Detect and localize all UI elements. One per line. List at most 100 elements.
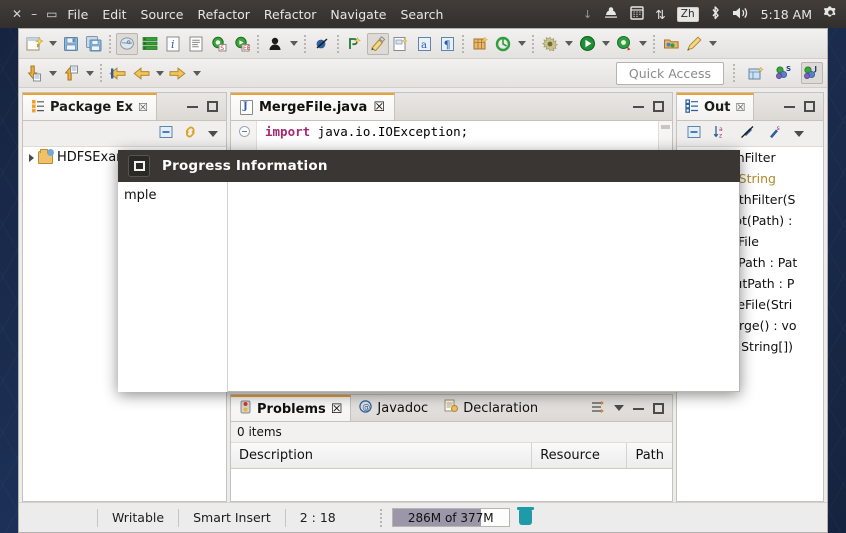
tab-problems[interactable]: Problems ☒ xyxy=(231,395,352,421)
trash-icon[interactable] xyxy=(516,507,534,525)
step-into-button[interactable] xyxy=(23,62,45,84)
new-class-button[interactable] xyxy=(367,32,389,55)
heap-status[interactable]: 286M of 377M xyxy=(391,507,534,527)
calendar-icon[interactable] xyxy=(630,5,644,23)
progress-information-dialog[interactable]: Progress Information mple xyxy=(118,150,740,392)
info-button[interactable]: i xyxy=(162,33,184,55)
close-icon[interactable]: ☒ xyxy=(331,402,343,417)
column-path[interactable]: Path xyxy=(627,443,672,468)
minimize-icon[interactable] xyxy=(633,407,644,410)
search-dropdown-caret[interactable] xyxy=(706,34,719,54)
save-all-button[interactable] xyxy=(83,33,105,55)
run-coverage-button[interactable] xyxy=(613,33,635,55)
new-annotation-button[interactable]: a xyxy=(413,33,435,55)
link-with-editor-icon[interactable] xyxy=(183,124,198,143)
minimize-icon[interactable] xyxy=(187,105,198,108)
network-icon[interactable]: ⇅ xyxy=(655,7,665,22)
debug-dropdown-caret[interactable] xyxy=(287,34,300,54)
window-controls[interactable]: ✕ – ▭ xyxy=(0,8,67,20)
code-line[interactable]: import java.io.IOException; xyxy=(257,122,672,142)
fold-marker-icon[interactable] xyxy=(239,126,250,137)
menu-file[interactable]: File xyxy=(67,7,88,22)
menu-source[interactable]: Source xyxy=(141,7,184,22)
forward-dropdown-caret[interactable] xyxy=(190,63,203,83)
menu-refactor-2[interactable]: Refactor xyxy=(264,7,316,22)
filters-icon[interactable] xyxy=(590,399,605,418)
external-tools-button[interactable]: S xyxy=(208,33,230,55)
dialog-titlebar[interactable]: Progress Information xyxy=(118,150,740,182)
tab-mergefile-java[interactable]: MergeFile.java ☒ xyxy=(231,93,395,120)
view-menu-icon[interactable] xyxy=(794,131,804,137)
maximize-icon[interactable] xyxy=(653,402,664,414)
open-perspective-button[interactable] xyxy=(660,33,682,55)
close-icon[interactable]: ☒ xyxy=(373,100,385,115)
new-java-package-button[interactable] xyxy=(469,33,491,55)
column-resource[interactable]: Resource xyxy=(532,443,628,468)
expander-icon[interactable] xyxy=(29,153,34,162)
run-button[interactable] xyxy=(576,33,598,55)
save-button[interactable] xyxy=(60,33,82,55)
bluetooth-icon[interactable] xyxy=(710,5,721,24)
maximize-icon[interactable] xyxy=(653,101,664,112)
coverage-dropdown-caret[interactable] xyxy=(636,34,649,54)
quick-access-input[interactable]: Quick Access xyxy=(615,61,724,85)
collapse-all-icon[interactable] xyxy=(159,124,173,143)
clock[interactable]: 5:18 AM xyxy=(761,7,812,22)
back-prev-button[interactable] xyxy=(107,62,129,84)
step-return-button[interactable] xyxy=(60,62,82,84)
minimize-icon[interactable] xyxy=(784,105,795,108)
external-tools-2-button[interactable]: EE xyxy=(231,33,253,55)
close-icon[interactable]: ☒ xyxy=(736,101,746,114)
maximize-icon[interactable]: ▭ xyxy=(46,8,57,20)
new-wizard-dropdown-caret[interactable] xyxy=(46,34,59,54)
step-into-dropdown-caret[interactable] xyxy=(46,63,59,83)
git-refresh-button[interactable] xyxy=(492,33,514,55)
menu-navigate[interactable]: Navigate xyxy=(330,7,386,22)
new-package-button[interactable] xyxy=(344,33,366,55)
session-gear-icon[interactable] xyxy=(823,5,838,23)
back-dropdown-caret[interactable] xyxy=(153,63,166,83)
close-icon[interactable]: ☒ xyxy=(138,101,148,114)
memory-bar[interactable]: 286M of 377M xyxy=(391,508,510,527)
step-return-dropdown-caret[interactable] xyxy=(83,63,96,83)
show-whitespace-button[interactable]: ¶ xyxy=(436,33,458,55)
new-perspective-icon[interactable] xyxy=(745,62,767,84)
volume-icon[interactable] xyxy=(732,6,750,23)
view-menu-icon[interactable] xyxy=(614,405,624,411)
problems-table-body[interactable] xyxy=(231,469,672,501)
search-pencil-button[interactable] xyxy=(683,33,705,55)
ubuntu-one-icon[interactable] xyxy=(603,5,619,24)
maximize-icon[interactable] xyxy=(804,101,815,112)
tab-javadoc[interactable]: @ Javadoc xyxy=(351,395,436,421)
view-menu-icon[interactable] xyxy=(208,131,218,137)
column-description[interactable]: Description xyxy=(231,443,533,468)
close-icon[interactable]: ✕ xyxy=(12,8,22,20)
collapse-all-icon[interactable] xyxy=(687,124,701,143)
git-dropdown-caret[interactable] xyxy=(515,34,528,54)
forward-button[interactable] xyxy=(167,62,189,84)
minimize-icon[interactable] xyxy=(633,105,644,108)
back-button[interactable] xyxy=(130,62,152,84)
menu-refactor[interactable]: Refactor xyxy=(197,7,249,22)
menu-edit[interactable]: Edit xyxy=(102,7,126,22)
new-wizard-button[interactable] xyxy=(23,33,45,55)
debug-person-button[interactable] xyxy=(264,33,286,55)
tab-package-explorer[interactable]: Package Ex ☒ xyxy=(23,93,157,120)
open-task-button[interactable] xyxy=(139,33,161,55)
new-interface-button[interactable] xyxy=(390,33,412,55)
debug-run-dropdown-caret[interactable] xyxy=(562,34,575,54)
java-perspective-button[interactable]: J xyxy=(801,62,823,84)
open-type-button[interactable] xyxy=(185,33,207,55)
run-dropdown-caret[interactable] xyxy=(599,34,612,54)
skip-breakpoints-button[interactable] xyxy=(311,33,333,55)
menu-search[interactable]: Search xyxy=(400,7,443,22)
resource-perspective-button[interactable]: S xyxy=(773,62,795,84)
sort-icon[interactable]: az xyxy=(713,124,728,143)
input-method-icon[interactable]: Zh xyxy=(676,6,699,22)
minimize-icon[interactable]: – xyxy=(31,8,37,20)
toggle-mark-occurrences-button[interactable] xyxy=(116,32,138,55)
tab-outline[interactable]: Out ☒ xyxy=(677,93,755,120)
hide-fields-icon[interactable] xyxy=(740,124,755,143)
hide-static-icon[interactable]: s xyxy=(767,124,782,143)
maximize-icon[interactable] xyxy=(207,101,218,112)
